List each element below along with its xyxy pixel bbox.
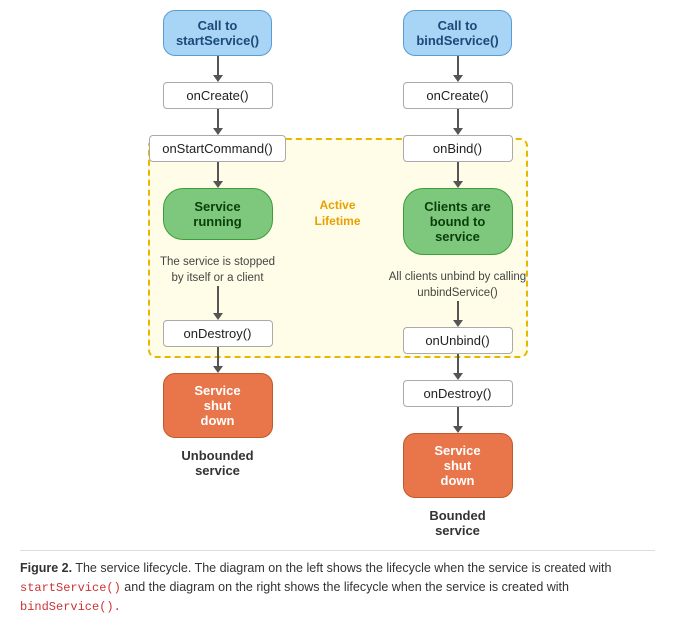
left-start-node: Call to startService()	[163, 10, 272, 56]
arrow-2-right	[457, 109, 459, 129]
right-column: Call tobindService() onCreate() onBind()…	[358, 10, 558, 538]
diagram-area: ActiveLifetime Call to startService() on…	[20, 10, 655, 538]
right-shutdown-node: Serviceshutdown	[403, 433, 513, 498]
right-onunbind-node: onUnbind()	[403, 327, 513, 354]
arrow-1-right	[457, 56, 459, 76]
left-shutdown-node: Serviceshutdown	[163, 373, 273, 438]
caption-code2: bindService().	[20, 600, 121, 614]
arrow-3-left	[217, 162, 219, 182]
active-lifetime-label: ActiveLifetime	[303, 198, 373, 229]
right-ondestroy-node: onDestroy()	[403, 380, 513, 407]
right-annotation: All clients unbind by callingunbindServi…	[389, 269, 526, 301]
page: ActiveLifetime Call to startService() on…	[0, 0, 675, 630]
right-start-node: Call tobindService()	[403, 10, 511, 56]
caption-text1: The service lifecycle. The diagram on th…	[72, 561, 611, 575]
right-footer-label: Boundedservice	[429, 508, 485, 538]
arrow-4-right	[457, 301, 459, 321]
left-onstartcommand-node: onStartCommand()	[149, 135, 286, 162]
arrow-1-left	[217, 56, 219, 76]
arrow-4-left	[217, 286, 219, 314]
arrow-3-right	[457, 162, 459, 182]
left-annotation: The service is stoppedby itself or a cli…	[160, 254, 275, 286]
right-oncreate-node: onCreate()	[403, 82, 513, 109]
arrow-5-right	[457, 354, 459, 374]
left-footer-label: Unboundedservice	[181, 448, 253, 478]
caption-figure-label: Figure 2.	[20, 561, 72, 575]
left-oncreate-node: onCreate()	[163, 82, 273, 109]
right-onbind-node: onBind()	[403, 135, 513, 162]
caption-text2: and the diagram on the right shows the l…	[121, 580, 569, 594]
left-column: Call to startService() onCreate() onStar…	[118, 10, 318, 478]
caption-code1: startService()	[20, 581, 121, 595]
arrow-5-left	[217, 347, 219, 367]
right-clients-bound-node: Clients arebound toservice	[403, 188, 513, 255]
arrow-6-right	[457, 407, 459, 427]
left-ondestroy-node: onDestroy()	[163, 320, 273, 347]
arrow-2-left	[217, 109, 219, 129]
left-service-running-node: Servicerunning	[163, 188, 273, 240]
caption: Figure 2. The service lifecycle. The dia…	[20, 550, 655, 616]
